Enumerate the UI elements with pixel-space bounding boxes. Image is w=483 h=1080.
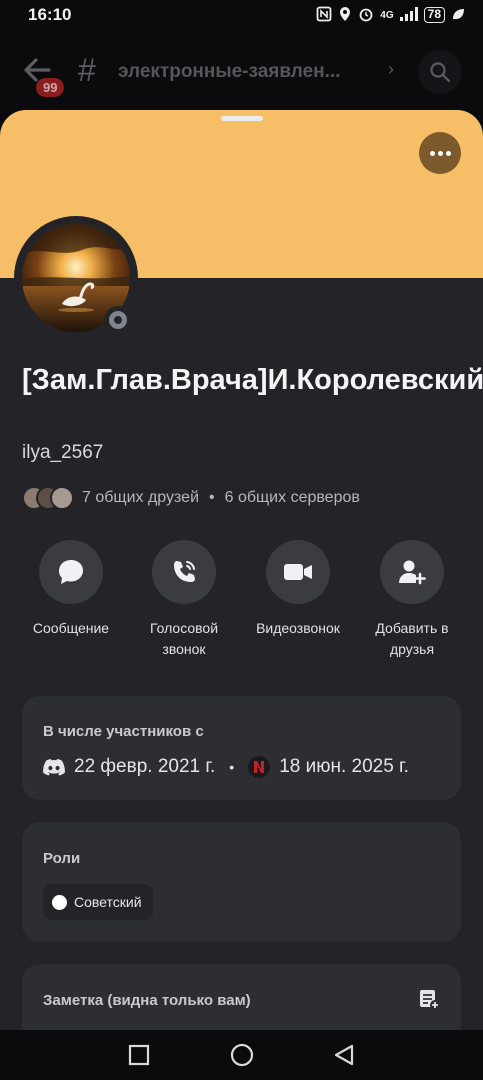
member-since-title: В числе участников с bbox=[43, 723, 204, 740]
circle-icon bbox=[230, 1043, 254, 1067]
role-chip[interactable]: Советский bbox=[43, 884, 153, 920]
unread-badge: 99 bbox=[36, 78, 65, 97]
separator-dot: • bbox=[209, 489, 215, 506]
triangle-back-icon bbox=[334, 1044, 354, 1066]
drag-handle[interactable] bbox=[221, 116, 263, 121]
add-friend-icon bbox=[399, 560, 426, 585]
status-icons: 4G 78 bbox=[316, 6, 465, 25]
role-color-dot bbox=[52, 894, 67, 910]
square-icon bbox=[128, 1044, 150, 1066]
offline-status-icon bbox=[104, 306, 132, 334]
mutual-servers[interactable]: 6 общих серверов bbox=[225, 489, 360, 507]
leaf-icon bbox=[451, 7, 465, 24]
avatar-ring bbox=[14, 216, 138, 340]
voice-call-button[interactable]: Голосовой звонок bbox=[129, 540, 239, 660]
nfc-icon bbox=[316, 6, 332, 25]
home-button[interactable] bbox=[229, 1042, 255, 1068]
discord-logo-icon bbox=[43, 758, 65, 775]
note-card[interactable]: Заметка (видна только вам) bbox=[22, 964, 461, 1030]
username[interactable]: ilya_2567 bbox=[22, 442, 103, 464]
action-label: Видеозвонок bbox=[256, 620, 340, 636]
mutual-avatar bbox=[50, 486, 74, 510]
chevron-right-icon: › bbox=[388, 59, 394, 79]
phone-icon bbox=[174, 561, 195, 582]
roles-title: Роли bbox=[43, 850, 81, 867]
mutual-friends[interactable]: 7 общих друзей bbox=[82, 489, 199, 507]
roles-card: Роли Советский bbox=[22, 822, 461, 942]
signal-icon bbox=[399, 6, 418, 24]
video-camera-icon bbox=[284, 564, 312, 580]
system-nav-bar bbox=[0, 1030, 483, 1080]
channel-name[interactable]: электронные-заявлен... bbox=[118, 61, 340, 83]
separator-dot: • bbox=[229, 759, 235, 775]
chat-bubble-icon bbox=[59, 560, 83, 584]
action-label: Сообщение bbox=[32, 620, 110, 636]
action-label: Голосовой звонок bbox=[149, 620, 219, 657]
channel-header: 99 # электронные-заявлен... › bbox=[0, 40, 483, 104]
more-dots-icon bbox=[429, 150, 435, 156]
mutual-info[interactable]: 7 общих друзей • 6 общих серверов bbox=[22, 486, 360, 510]
add-friend-button[interactable]: Добавить в друзья bbox=[357, 540, 467, 660]
add-note-icon[interactable] bbox=[418, 988, 440, 1015]
search-button[interactable] bbox=[418, 50, 462, 94]
more-options-button[interactable] bbox=[419, 132, 461, 174]
discord-join-date: 22 февр. 2021 г. bbox=[74, 756, 216, 777]
message-button[interactable]: Сообщение bbox=[16, 540, 126, 639]
hash-icon: # bbox=[78, 52, 96, 88]
server-icon bbox=[248, 756, 271, 778]
note-title: Заметка (видна только вам) bbox=[43, 992, 251, 1009]
battery-indicator: 78 bbox=[423, 7, 445, 23]
mutual-friend-avatars bbox=[22, 486, 76, 510]
action-label: Добавить в друзья bbox=[375, 620, 449, 657]
status-time: 16:10 bbox=[28, 5, 72, 24]
video-call-button[interactable]: Видеозвонок bbox=[243, 540, 353, 639]
recents-button[interactable] bbox=[126, 1042, 152, 1068]
role-name: Советский bbox=[74, 894, 142, 910]
back-button[interactable] bbox=[331, 1042, 357, 1068]
member-since-dates: 22 февр. 2021 г. • 18 июн. 2025 г. bbox=[43, 756, 409, 778]
profile-sheet: [Зам.Глав.Врача]И.Королевский ilya_2567 … bbox=[0, 110, 483, 1030]
member-since-card: В числе участников с 22 февр. 2021 г. • … bbox=[22, 696, 461, 800]
server-join-date: 18 июн. 2025 г. bbox=[279, 756, 409, 777]
location-icon bbox=[338, 6, 352, 25]
display-name: [Зам.Глав.Врача]И.Королевский bbox=[22, 364, 483, 396]
alarm-icon bbox=[358, 6, 374, 25]
status-bar: 16:10 4G 78 bbox=[0, 0, 483, 30]
search-icon bbox=[430, 62, 451, 83]
network-label: 4G bbox=[380, 9, 394, 21]
